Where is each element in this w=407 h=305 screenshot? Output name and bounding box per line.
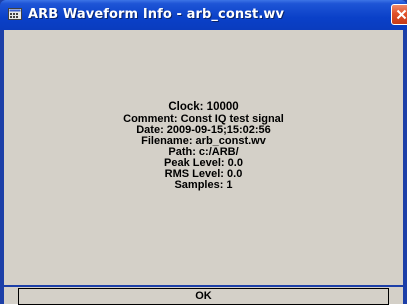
waveform-info: Clock: 10000 Comment: Const IQ test sign…	[4, 100, 403, 191]
samples-text: Samples: 1	[174, 179, 233, 191]
app-icon	[8, 7, 22, 21]
arb-waveform-info-dialog: ARB Waveform Info - arb_const.wv Clock: …	[0, 0, 407, 305]
ok-button[interactable]: OK	[18, 288, 389, 305]
clock-text: Clock: 10000	[168, 101, 239, 113]
close-button[interactable]	[391, 4, 407, 25]
window-title: ARB Waveform Info - arb_const.wv	[28, 7, 285, 22]
title-bar[interactable]: ARB Waveform Info - arb_const.wv	[0, 0, 407, 30]
button-bar: OK	[4, 285, 403, 305]
dialog-body: Clock: 10000 Comment: Const IQ test sign…	[4, 30, 403, 285]
